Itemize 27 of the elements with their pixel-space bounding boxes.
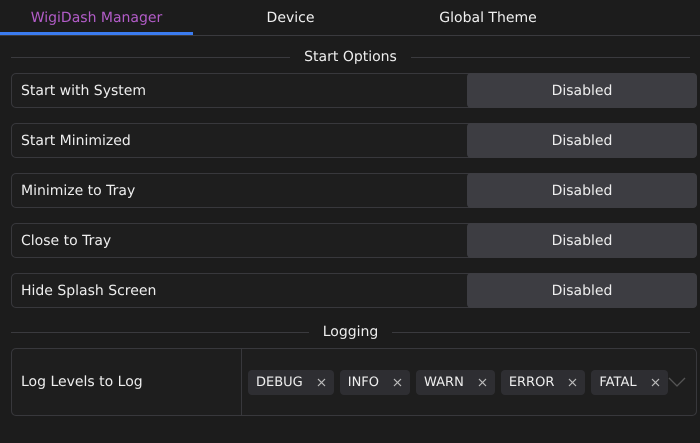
tab[interactable]: WigiDash Manager — [0, 0, 193, 35]
tab[interactable]: Device — [193, 0, 388, 35]
close-icon[interactable] — [316, 378, 326, 386]
setting-label: Start with System — [20, 82, 148, 100]
setting-label: Log Levels to Log — [12, 349, 242, 415]
setting-label: Close to Tray — [20, 232, 112, 250]
tag-label: INFO — [348, 374, 380, 390]
close-icon[interactable] — [393, 378, 402, 386]
toggle-button[interactable]: Disabled — [467, 73, 697, 108]
tag-label: WARN — [424, 374, 464, 390]
section-title: Start Options — [304, 49, 397, 65]
tag-label: ERROR — [508, 374, 554, 390]
close-icon[interactable] — [650, 378, 660, 386]
toggle-button[interactable]: Disabled — [467, 273, 697, 308]
tab[interactable]: Global Theme — [388, 0, 588, 35]
tag-label: DEBUG — [256, 374, 303, 390]
toggle-button[interactable]: Disabled — [467, 123, 697, 158]
setting-label: Minimize to Tray — [20, 182, 136, 200]
setting-label: Start Minimized — [20, 132, 132, 150]
close-icon[interactable] — [568, 378, 578, 386]
section-title: Logging — [322, 324, 378, 340]
setting-label: Hide Splash Screen — [20, 282, 158, 300]
close-icon[interactable] — [478, 378, 487, 386]
multiselect-field[interactable]: DEBUG INFO WARN ERROR FATAL — [242, 349, 696, 415]
tag-label: FATAL — [599, 374, 637, 390]
toggle-button[interactable]: Disabled — [467, 223, 697, 258]
toggle-button[interactable]: Disabled — [467, 173, 697, 208]
